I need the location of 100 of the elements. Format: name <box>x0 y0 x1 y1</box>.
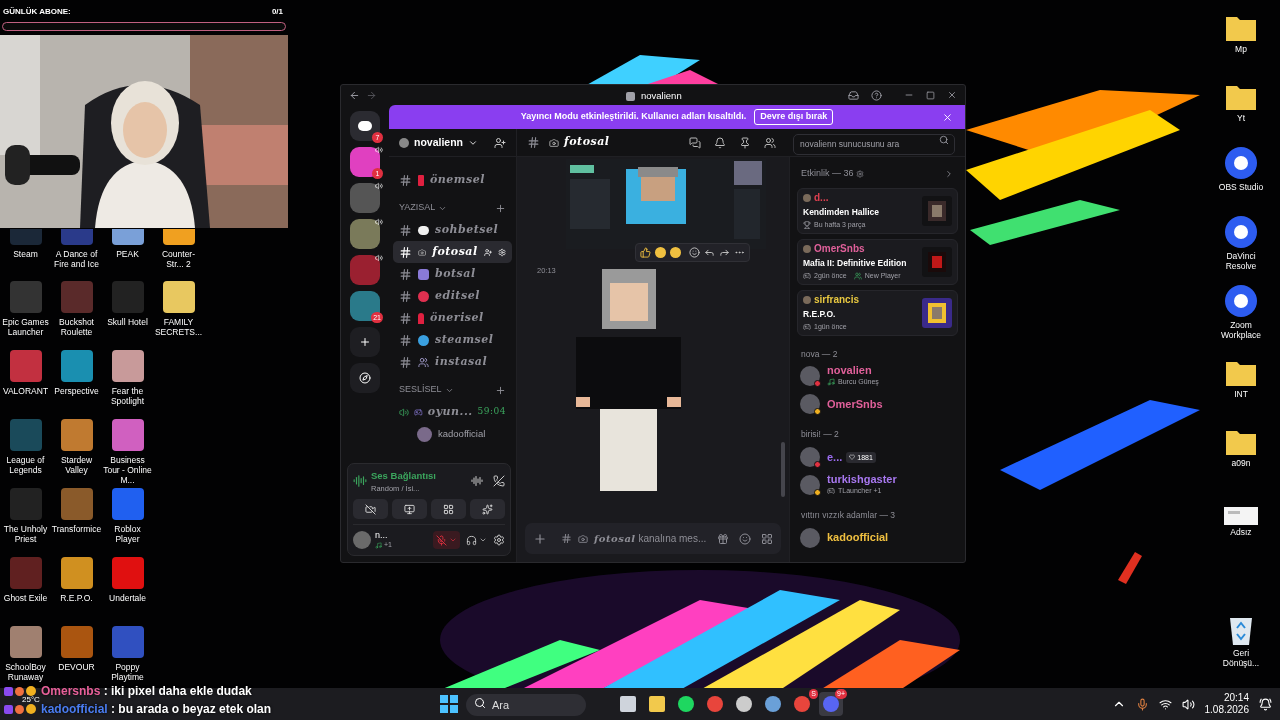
icon-label[interactable]: Perspective <box>51 386 102 396</box>
voice-member[interactable]: kadoofficial <box>393 423 512 445</box>
channel-item[interactable]: steamsel <box>393 329 512 351</box>
folder-icon[interactable] <box>1225 14 1257 42</box>
category-label[interactable]: SESLİSEL <box>399 383 442 397</box>
icon-label[interactable]: Undertale <box>102 593 153 603</box>
icon-label[interactable]: The Unholy Priest <box>0 524 51 544</box>
home-icon[interactable] <box>350 111 380 141</box>
channel-item[interactable]: sohbetsel <box>393 219 512 241</box>
icon-label[interactable]: Transformice <box>51 524 102 534</box>
icon-label[interactable]: Steam <box>0 249 51 259</box>
reaction-icon[interactable] <box>689 247 700 258</box>
screen-share-button[interactable] <box>392 499 427 519</box>
icon-label[interactable]: Poppy Playtime <box>102 662 153 682</box>
app-icon[interactable] <box>111 229 144 245</box>
icon-label[interactable]: Buckshot Roulette <box>51 317 102 337</box>
add-channel-icon[interactable] <box>495 202 506 214</box>
member-item[interactable]: kadoofficial <box>797 525 958 550</box>
icon-label[interactable]: Counter-Str... 2 <box>153 249 204 269</box>
activity-button[interactable] <box>431 499 466 519</box>
forward-icon[interactable] <box>719 247 730 258</box>
channel-item[interactable]: instasal <box>393 351 512 373</box>
pin-icon[interactable] <box>739 136 751 149</box>
add-attachment-icon[interactable] <box>533 531 547 546</box>
back-icon[interactable] <box>349 89 360 101</box>
notification-icon[interactable] <box>1259 697 1272 711</box>
search-field[interactable]: Ara <box>466 694 586 716</box>
camera-button[interactable] <box>353 499 388 519</box>
icon-label[interactable]: Business Tour - Online M... <box>102 455 153 485</box>
invite-icon[interactable] <box>494 136 506 149</box>
icon-label[interactable]: SchoolBoy Runaway <box>0 662 51 682</box>
app-icon[interactable] <box>162 229 195 245</box>
avatar[interactable] <box>353 531 371 549</box>
add-server-button[interactable] <box>350 327 380 357</box>
folder-icon[interactable] <box>1225 83 1257 111</box>
app-icon[interactable] <box>1224 215 1258 249</box>
icon-label[interactable]: OBS Studio <box>1215 182 1267 192</box>
mute-button[interactable] <box>433 531 460 549</box>
app-icon[interactable] <box>111 350 144 382</box>
close-icon[interactable] <box>942 111 953 123</box>
settings-icon[interactable] <box>497 246 506 258</box>
start-icon[interactable] <box>440 695 458 713</box>
clock-time[interactable]: 20:14 <box>1223 692 1249 704</box>
icon-label[interactable]: Geri Dönüşü... <box>1215 648 1267 668</box>
message-field[interactable]: fotosal kanalına mes... <box>525 523 781 554</box>
close-icon[interactable] <box>947 90 957 100</box>
apps-icon[interactable] <box>761 532 773 545</box>
app-icon[interactable] <box>162 281 195 313</box>
app-icon[interactable] <box>111 419 144 451</box>
help-icon[interactable] <box>871 89 882 101</box>
folder-icon[interactable] <box>1225 428 1257 456</box>
icon-label[interactable]: Stardew Valley <box>51 455 102 475</box>
voice-channel-item[interactable]: oyun... 59:04 <box>393 401 512 423</box>
search-field[interactable]: novalienn sunucusunu ara <box>793 133 955 155</box>
icon-label[interactable]: R.E.P.O. <box>51 593 102 603</box>
server-icon[interactable] <box>350 219 380 249</box>
network-icon[interactable] <box>1158 697 1172 711</box>
member-item[interactable]: OmerSnbs <box>797 392 958 417</box>
app-icon[interactable] <box>60 557 93 589</box>
inbox-icon[interactable] <box>848 89 859 101</box>
icon-label[interactable]: a09n <box>1215 458 1267 468</box>
bell-icon[interactable] <box>714 136 726 149</box>
icon-label[interactable]: DEVOUR <box>51 662 102 672</box>
soundboard-button[interactable] <box>470 499 505 519</box>
icon-label[interactable]: Roblox Player <box>102 524 153 544</box>
gift-icon[interactable] <box>717 532 729 545</box>
app-icon[interactable] <box>1224 284 1258 318</box>
icon-label[interactable]: Fear the Spotlight <box>102 386 153 406</box>
icon-label[interactable]: DaVinci Resolve <box>1215 251 1267 271</box>
microphone-icon[interactable] <box>1135 697 1149 711</box>
add-channel-icon[interactable] <box>495 384 506 396</box>
channel-item[interactable]: editsel <box>393 285 512 307</box>
emoji-icon[interactable] <box>655 247 666 258</box>
invite-icon[interactable] <box>483 246 492 258</box>
icon-label[interactable]: VALORANT <box>0 386 51 396</box>
icon-label[interactable]: Epic Games Launcher <box>0 317 51 337</box>
category-label[interactable]: YAZISAL <box>399 201 436 215</box>
folder-icon[interactable] <box>1225 359 1257 387</box>
icon-label[interactable]: A Dance of Fire and Ice <box>51 249 102 269</box>
server-name[interactable]: novalienn <box>414 134 463 151</box>
chevron-right-icon[interactable] <box>944 168 954 179</box>
app-icon[interactable] <box>1224 146 1258 180</box>
server-icon[interactable] <box>350 291 380 321</box>
app-icon[interactable] <box>60 419 93 451</box>
icon-label[interactable]: Zoom Workplace <box>1215 320 1267 340</box>
discover-button[interactable] <box>350 363 380 393</box>
icon-label[interactable]: Skull Hotel <box>102 317 153 327</box>
icon-label[interactable]: INT <box>1215 389 1267 399</box>
channel-item[interactable]: önemsel <box>393 169 512 191</box>
members-icon[interactable] <box>764 136 776 149</box>
icon-label[interactable]: Mp <box>1215 44 1267 54</box>
icon-label[interactable]: Ghost Exile <box>0 593 51 603</box>
emoji-icon[interactable] <box>670 247 681 258</box>
icon-label[interactable]: PEAK <box>102 249 153 259</box>
maximize-icon[interactable] <box>926 90 935 100</box>
disconnect-icon[interactable] <box>493 475 505 488</box>
channel-item[interactable]: fotosal <box>393 241 512 263</box>
thumbs-up-icon[interactable] <box>640 247 651 258</box>
channel-item[interactable]: botsal <box>393 263 512 285</box>
noise-icon[interactable] <box>471 475 483 488</box>
